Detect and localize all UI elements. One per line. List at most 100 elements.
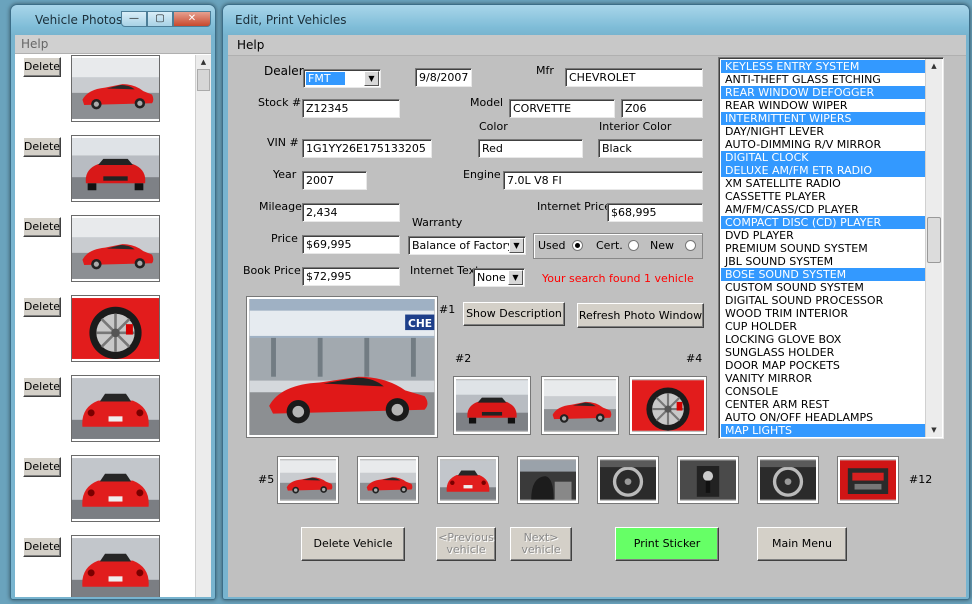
photo-delete-button[interactable]: Delete xyxy=(23,137,61,157)
option-item[interactable]: DOOR MAP POCKETS xyxy=(721,359,925,372)
restore-button[interactable]: ▢ xyxy=(147,11,173,27)
option-item[interactable]: CUP HOLDER xyxy=(721,320,925,333)
option-item[interactable]: PREMIUM SOUND SYSTEM xyxy=(721,242,925,255)
trim-field[interactable]: Z06 xyxy=(621,99,703,118)
photos-scrollbar[interactable]: ▲ xyxy=(195,55,211,597)
internet-price-field[interactable]: $68,995 xyxy=(607,203,703,222)
scroll-up-icon[interactable]: ▲ xyxy=(196,55,211,69)
option-item[interactable]: DAY/NIGHT LEVER xyxy=(721,125,925,138)
photo-thumb-5[interactable] xyxy=(277,456,339,504)
option-item[interactable]: CUSTOM SOUND SYSTEM xyxy=(721,281,925,294)
option-item[interactable]: DELUXE AM/FM ETR RADIO xyxy=(721,164,925,177)
option-item[interactable]: INTERMITTENT WIPERS xyxy=(721,112,925,125)
option-item[interactable]: SUNGLASS HOLDER xyxy=(721,346,925,359)
vehicle-photo[interactable] xyxy=(71,135,160,202)
vehicle-photo-image xyxy=(72,376,159,441)
condition-used-radio[interactable] xyxy=(572,240,583,251)
option-item[interactable]: MAP LIGHTS xyxy=(721,424,925,437)
photos-menu-help[interactable]: Help xyxy=(21,37,48,51)
scroll-thumb[interactable] xyxy=(197,69,210,91)
internet-text-select[interactable]: None ▼ xyxy=(473,268,525,287)
option-item[interactable]: JBL SOUND SYSTEM xyxy=(721,255,925,268)
delete-vehicle-button[interactable]: Delete Vehicle xyxy=(301,527,405,561)
photo-thumb-2[interactable] xyxy=(453,376,531,435)
vehicle-photo[interactable] xyxy=(71,375,160,442)
photo-delete-button[interactable]: Delete xyxy=(23,457,61,477)
scroll-down-icon[interactable]: ▼ xyxy=(926,423,942,437)
photo-thumb-4[interactable] xyxy=(629,376,707,435)
option-item[interactable]: DIGITAL CLOCK xyxy=(721,151,925,164)
stock-field[interactable]: Z12345 xyxy=(302,99,400,118)
photo-thumb-12[interactable] xyxy=(837,456,899,504)
option-item[interactable]: ANTI-THEFT GLASS ETCHING xyxy=(721,73,925,86)
show-description-button[interactable]: Show Description xyxy=(463,302,565,326)
option-item[interactable]: CASSETTE PLAYER xyxy=(721,190,925,203)
option-item[interactable]: DVD PLAYER xyxy=(721,229,925,242)
vehicle-photo[interactable] xyxy=(71,55,160,122)
option-item[interactable]: AUTO ON/OFF HEADLAMPS xyxy=(721,411,925,424)
photo-thumb-8[interactable] xyxy=(517,456,579,504)
options-scrollbar[interactable]: ▲ ▼ xyxy=(925,59,942,437)
photo-thumb-10[interactable] xyxy=(677,456,739,504)
vehicle-photo[interactable] xyxy=(71,215,160,282)
book-price-field[interactable]: $72,995 xyxy=(302,267,400,286)
main-photo[interactable] xyxy=(246,296,438,438)
photo-thumb-11[interactable] xyxy=(757,456,819,504)
edit-menu-help[interactable]: Help xyxy=(237,38,264,52)
option-item[interactable]: WOOD TRIM INTERIOR xyxy=(721,307,925,320)
option-item[interactable]: BOSE SOUND SYSTEM xyxy=(721,268,925,281)
photo-thumb-9[interactable] xyxy=(597,456,659,504)
refresh-photo-window-button[interactable]: Refresh Photo Window xyxy=(577,303,704,328)
main-menu-button[interactable]: Main Menu xyxy=(757,527,847,561)
vehicle-photo[interactable] xyxy=(71,295,160,362)
option-item[interactable]: REAR WINDOW WIPER xyxy=(721,99,925,112)
condition-cert-radio[interactable] xyxy=(628,240,639,251)
photo-delete-button[interactable]: Delete xyxy=(23,297,61,317)
photo-thumb-7[interactable] xyxy=(437,456,499,504)
options-listbox[interactable]: KEYLESS ENTRY SYSTEM ANTI-THEFT GLASS ETC… xyxy=(718,57,944,439)
mfr-field[interactable]: CHEVROLET xyxy=(565,68,703,87)
warranty-select[interactable]: Balance of Factory ▼ xyxy=(408,236,526,255)
photo-thumb-6[interactable] xyxy=(357,456,419,504)
minimize-button[interactable]: — xyxy=(121,11,147,27)
chevron-down-icon[interactable]: ▼ xyxy=(509,238,524,253)
option-item[interactable]: CENTER ARM REST xyxy=(721,398,925,411)
chevron-down-icon[interactable]: ▼ xyxy=(508,270,523,285)
previous-vehicle-button[interactable]: <Previous vehicle xyxy=(436,527,496,561)
scroll-up-icon[interactable]: ▲ xyxy=(926,59,942,73)
photo-delete-button[interactable]: Delete xyxy=(23,377,61,397)
option-item[interactable]: KEYLESS ENTRY SYSTEM xyxy=(721,60,925,73)
option-item[interactable]: AUTO-DIMMING R/V MIRROR xyxy=(721,138,925,151)
dealer-select[interactable]: FMT ▼ xyxy=(303,69,381,88)
option-item[interactable]: CONSOLE xyxy=(721,385,925,398)
photo-delete-button[interactable]: Delete xyxy=(23,217,61,237)
chevron-down-icon[interactable]: ▼ xyxy=(364,71,379,86)
year-field[interactable]: 2007 xyxy=(302,171,367,190)
photo-thumb-3[interactable] xyxy=(541,376,619,435)
mileage-field[interactable]: 2,434 xyxy=(302,203,400,222)
photo-delete-button[interactable]: Delete xyxy=(23,57,61,77)
option-item[interactable]: XM SATELLITE RADIO xyxy=(721,177,925,190)
date-field[interactable]: 9/8/2007 xyxy=(415,68,472,87)
option-item[interactable]: LOCKING GLOVE BOX xyxy=(721,333,925,346)
interior-color-field[interactable]: Black xyxy=(598,139,703,158)
engine-field[interactable]: 7.0L V8 FI xyxy=(503,171,703,190)
vehicle-photo[interactable] xyxy=(71,535,160,597)
option-item[interactable]: VANITY MIRROR xyxy=(721,372,925,385)
color-field[interactable]: Red xyxy=(478,139,583,158)
price-field[interactable]: $69,995 xyxy=(302,235,400,254)
vehicle-photo-image xyxy=(72,536,159,597)
model-field[interactable]: CORVETTE xyxy=(509,99,615,118)
close-button[interactable]: ✕ xyxy=(173,11,211,27)
option-item[interactable]: AM/FM/CASS/CD PLAYER xyxy=(721,203,925,216)
condition-new-radio[interactable] xyxy=(685,240,696,251)
option-item[interactable]: COMPACT DISC (CD) PLAYER xyxy=(721,216,925,229)
option-item[interactable]: REAR WINDOW DEFOGGER xyxy=(721,86,925,99)
vehicle-photo[interactable] xyxy=(71,455,160,522)
next-vehicle-button[interactable]: Next> vehicle xyxy=(510,527,572,561)
vin-field[interactable]: 1G1YY26E175133205 xyxy=(302,139,432,158)
option-item[interactable]: DIGITAL SOUND PROCESSOR xyxy=(721,294,925,307)
photo-delete-button[interactable]: Delete xyxy=(23,537,61,557)
print-sticker-button[interactable]: Print Sticker xyxy=(615,527,719,561)
scroll-thumb[interactable] xyxy=(927,217,941,263)
